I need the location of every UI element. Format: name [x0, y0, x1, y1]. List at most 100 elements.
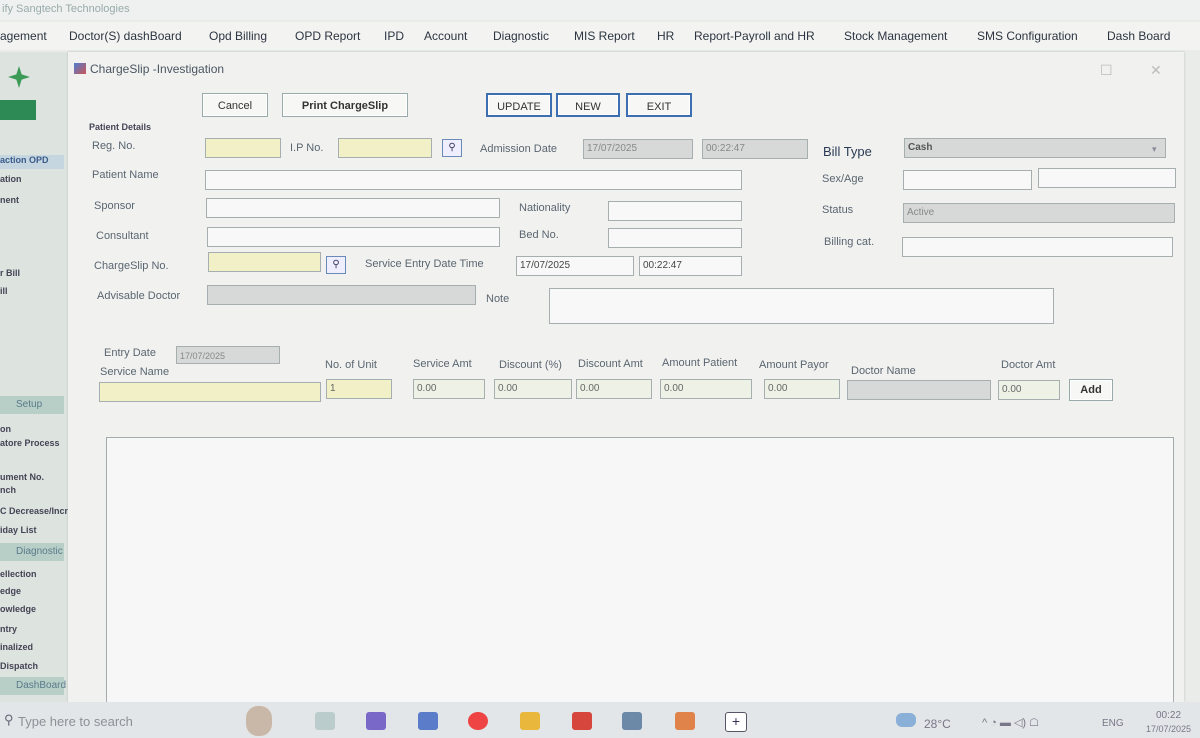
sidebar-item-holiday-list[interactable]: iday List [0, 525, 37, 535]
billing-cat-input[interactable] [902, 237, 1173, 257]
menu-dash-board[interactable]: Dash Board [1107, 29, 1170, 43]
sex-input[interactable] [903, 170, 1032, 190]
consultant-input[interactable] [207, 227, 500, 247]
status-input[interactable]: Active [903, 203, 1175, 223]
charge-items-grid[interactable] [106, 437, 1174, 709]
sidebar-item-collection[interactable]: ellection [0, 569, 37, 579]
menu-sms-configuration[interactable]: SMS Configuration [977, 29, 1078, 43]
reg-no-input[interactable] [205, 138, 281, 158]
discount-amt-input[interactable]: 0.00 [576, 379, 652, 399]
chargeslip-search-icon[interactable]: ⚲ [326, 256, 346, 274]
print-chargeslip-button[interactable]: Print ChargeSlip [282, 93, 408, 117]
close-icon[interactable]: ✕ [1150, 62, 1162, 79]
add-button[interactable]: Add [1069, 379, 1113, 401]
menu-opd-report[interactable]: OPD Report [295, 29, 360, 43]
no-of-unit-input[interactable]: 1 [326, 379, 392, 399]
doctor-name-input[interactable] [847, 380, 991, 400]
bed-no-input[interactable] [608, 228, 742, 248]
admission-time-input[interactable]: 00:22:47 [702, 139, 808, 159]
admission-date-label: Admission Date [480, 143, 558, 155]
menu-account[interactable]: Account [424, 29, 467, 43]
amount-payor-input[interactable]: 0.00 [764, 379, 840, 399]
app-icon[interactable] [418, 712, 438, 730]
bill-type-label: Bill Type [823, 144, 872, 159]
menu-ipd[interactable]: IPD [384, 29, 404, 43]
ip-no-input[interactable] [338, 138, 432, 158]
sidebar-item-bill[interactable]: r Bill [0, 268, 20, 278]
cancel-button[interactable]: Cancel [202, 93, 268, 117]
menu-diagnostic[interactable]: Diagnostic [493, 29, 549, 43]
sidebar-item-nent[interactable]: nent [0, 195, 19, 205]
weather-icon [896, 713, 916, 727]
advisable-doctor-select[interactable] [207, 285, 476, 305]
sponsor-label: Sponsor [94, 200, 135, 212]
sidebar-band-setup[interactable]: Setup [0, 396, 64, 414]
doctor-amt-label: Doctor Amt [1001, 359, 1056, 371]
service-time-input[interactable]: 00:22:47 [639, 256, 742, 276]
menu-mis-report[interactable]: MIS Report [574, 29, 635, 43]
exit-button[interactable]: EXIT [626, 93, 692, 117]
service-amt-input[interactable]: 0.00 [413, 379, 485, 399]
sidebar-item-document-no[interactable]: ument No. [0, 472, 44, 482]
entry-date-input[interactable]: 17/07/2025 [176, 346, 280, 364]
menu-management[interactable]: agement [0, 29, 47, 43]
menu-report-payroll[interactable]: Report-Payroll and HR [694, 29, 815, 43]
sidebar-item-entry[interactable]: ntry [0, 624, 17, 634]
sidebar-item-ill[interactable]: ill [0, 286, 8, 296]
menu-stock-management[interactable]: Stock Management [844, 29, 947, 43]
bed-no-label: Bed No. [519, 229, 559, 241]
amount-patient-label: Amount Patient [662, 357, 738, 369]
app-slate-icon[interactable] [622, 712, 642, 730]
sidebar-item-nch[interactable]: nch [0, 485, 16, 495]
file-explorer-icon[interactable] [520, 712, 540, 730]
clock-date[interactable]: 17/07/2025 [1146, 724, 1191, 734]
discount-pct-input[interactable]: 0.00 [494, 379, 572, 399]
ip-search-icon[interactable]: ⚲ [442, 139, 462, 157]
sidebar-band-dashboard[interactable]: DashBoard [0, 677, 66, 695]
new-button[interactable]: NEW [556, 93, 620, 117]
patient-name-label: Patient Name [92, 169, 159, 181]
service-name-input[interactable] [99, 382, 321, 402]
sponsor-input[interactable] [206, 198, 500, 218]
taskbar-search[interactable]: Type here to search [18, 714, 133, 729]
menu-hr[interactable]: HR [657, 29, 674, 43]
amount-patient-input[interactable]: 0.00 [660, 379, 752, 399]
language-indicator[interactable]: ENG [1102, 718, 1124, 729]
clock-time[interactable]: 00:22 [1156, 710, 1181, 721]
sidebar-item-finalized[interactable]: inalized [0, 642, 33, 652]
sidebar-item-knowledge[interactable]: owledge [0, 604, 36, 614]
maximize-icon[interactable]: ☐ [1100, 62, 1113, 79]
sidebar-item-store-process[interactable]: atore Process [0, 438, 60, 448]
sidebar-item-action-opd[interactable]: action OPD [0, 155, 64, 169]
tray-icons[interactable]: ^ ◔ ▬ ◁) ☖ [982, 716, 1039, 729]
menu-opd-billing[interactable]: Opd Billing [209, 29, 267, 43]
doctor-amt-input[interactable]: 0.00 [998, 380, 1060, 400]
update-button[interactable]: UPDATE [486, 93, 552, 117]
nationality-input[interactable] [608, 201, 742, 221]
chargeslip-no-input[interactable] [208, 252, 321, 272]
app-orange-icon[interactable] [675, 712, 695, 730]
chevron-down-icon: ▾ [1152, 144, 1157, 154]
copilot-icon[interactable] [366, 712, 386, 730]
avatar[interactable] [246, 706, 272, 736]
task-view-icon[interactable] [315, 712, 335, 730]
sidebar-item-on[interactable]: on [0, 424, 11, 434]
sidebar-item-ation[interactable]: ation [0, 174, 22, 184]
plus-icon[interactable]: + [725, 712, 747, 732]
service-date-input[interactable]: 17/07/2025 [516, 256, 634, 276]
patient-name-input[interactable] [205, 170, 742, 190]
sidebar-item-dispatch[interactable]: Dispatch [0, 661, 38, 671]
billing-cat-label: Billing cat. [824, 236, 875, 248]
chrome-icon[interactable] [468, 712, 488, 730]
note-input[interactable] [549, 288, 1054, 324]
admission-date-input[interactable]: 17/07/2025 [583, 139, 693, 159]
menu-doctor-dashboard[interactable]: Doctor(S) dashBoard [69, 29, 182, 43]
sidebar-band-diagnostic[interactable]: Diagnostic [0, 543, 64, 561]
app-title: ify Sangtech Technologies [0, 0, 1200, 20]
sidebar-item-edge[interactable]: edge [0, 586, 21, 596]
service-amt-label: Service Amt [413, 358, 472, 370]
sidebar-item-decrease-increase[interactable]: C Decrease/Increa [0, 506, 68, 516]
bill-type-select[interactable]: Cash [904, 138, 1166, 158]
app-red-icon[interactable] [572, 712, 592, 730]
age-input[interactable] [1038, 168, 1176, 188]
